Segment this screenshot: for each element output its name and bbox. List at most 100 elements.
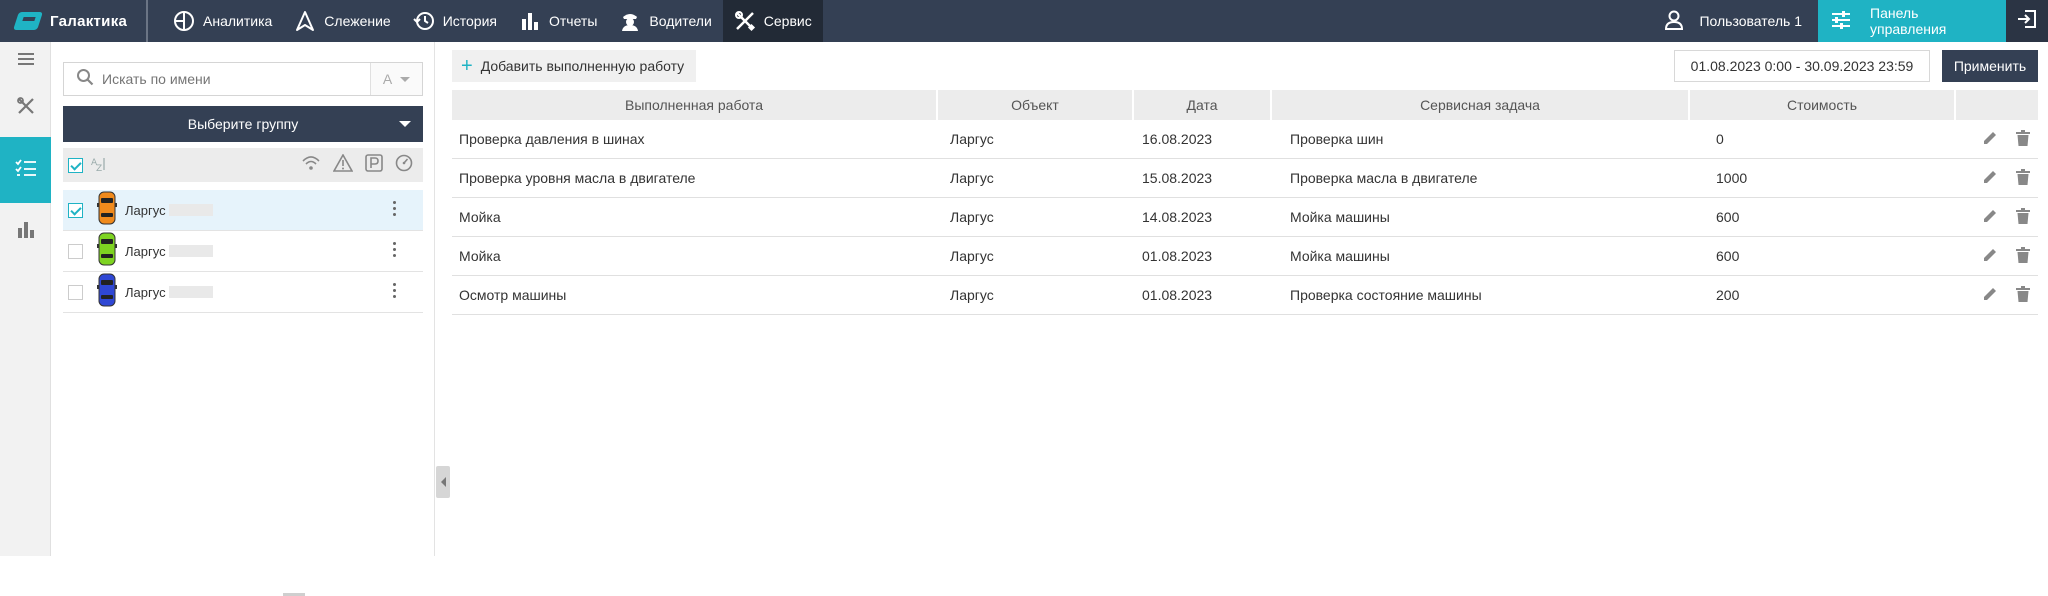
rail-menu-toggle[interactable] (0, 42, 51, 80)
object-filter-bar: AZ (63, 148, 423, 182)
cell-object: Ларгус (950, 170, 994, 186)
list-item[interactable]: Ларгус (63, 272, 423, 313)
table-row[interactable]: Осмотр машины Ларгус 01.08.2023 Проверка со… (452, 276, 2038, 315)
svg-text:Z: Z (96, 164, 102, 172)
apply-button[interactable]: Применить (1942, 50, 2038, 82)
row-actions (1956, 276, 2038, 314)
object-checkbox[interactable] (68, 284, 83, 300)
delete-icon[interactable] (2016, 168, 2030, 188)
date-range-input[interactable]: 01.08.2023 0:00 - 30.09.2023 23:59 (1674, 50, 1930, 82)
edit-icon[interactable] (1982, 247, 1998, 266)
main-content: + Добавить выполненную работу 01.08.2023… (436, 42, 2048, 556)
rail-item-statistics[interactable] (0, 203, 51, 260)
edit-icon[interactable] (1982, 286, 1998, 305)
objects-panel: А Выберите группу AZ (51, 42, 435, 596)
group-select[interactable]: Выберите группу (63, 106, 423, 142)
nav-item-tracking[interactable]: Слежение (283, 0, 401, 42)
table-row[interactable]: Проверка уровня масла в двигателе Ларгус 1… (452, 159, 2038, 198)
logout-button[interactable] (2006, 0, 2048, 42)
delete-icon[interactable] (2016, 207, 2030, 227)
delete-icon[interactable] (2016, 246, 2030, 266)
more-menu-icon[interactable] (393, 201, 397, 219)
speedometer-filter-icon[interactable] (395, 154, 413, 177)
cell-work: Мойка (459, 248, 501, 264)
object-search: А (63, 62, 423, 96)
edit-icon[interactable] (1982, 208, 1998, 227)
column-header-task[interactable]: Сервисная задача (1272, 90, 1690, 120)
nav-item-service[interactable]: Сервис (722, 0, 823, 42)
nav-label: История (442, 13, 497, 29)
table-row[interactable]: Мойка Ларгус 01.08.2023 Мойка машины 600 (452, 237, 2038, 276)
nav-label: Аналитика (203, 13, 273, 29)
edit-icon[interactable] (1982, 169, 1998, 188)
cell-task: Проверка шин (1290, 131, 1384, 147)
filter-icons (301, 152, 413, 177)
plus-icon: + (461, 55, 473, 77)
edit-icon[interactable] (1982, 130, 1998, 149)
top-navigation-bar: Галактика Аналитика Слежение История Отч… (0, 0, 2048, 42)
list-item[interactable]: Ларгус (63, 190, 423, 231)
cell-date: 14.08.2023 (1142, 209, 1213, 225)
row-actions (1956, 120, 2038, 158)
table-row[interactable]: Проверка давления в шинах Ларгус 16.08.202… (452, 120, 2038, 159)
logout-icon (2016, 8, 2038, 35)
sort-dropdown[interactable]: А (370, 63, 422, 95)
parking-filter-icon[interactable] (365, 153, 383, 177)
delete-icon[interactable] (2016, 129, 2030, 149)
table-row[interactable]: Мойка Ларгус 14.08.2023 Мойка машины 600 (452, 198, 2038, 237)
nav-item-history[interactable]: История (402, 0, 508, 42)
nav-item-drivers[interactable]: Водители (608, 0, 722, 42)
object-checkbox[interactable] (68, 202, 83, 218)
connection-filter-icon[interactable] (301, 154, 321, 177)
more-menu-icon[interactable] (393, 283, 397, 301)
list-item[interactable]: Ларгус (63, 231, 423, 272)
nav-item-reports[interactable]: Отчеты (508, 0, 608, 42)
date-range-value: 01.08.2023 0:00 - 30.09.2023 23:59 (1690, 58, 1914, 74)
left-icon-rail (0, 42, 51, 556)
service-tools-icon (734, 10, 756, 32)
collapse-panel-handle[interactable] (436, 466, 450, 498)
rail-item-completed-work[interactable] (0, 137, 51, 203)
cell-object: Ларгус (950, 248, 994, 264)
redacted-plate (168, 286, 213, 298)
reports-icon (519, 10, 541, 32)
column-header-work[interactable]: Выполненная работа (452, 90, 938, 120)
add-completed-work-button[interactable]: + Добавить выполненную работу (452, 50, 697, 82)
cell-work: Проверка уровня масла в двигателе (459, 170, 696, 186)
column-header-actions (1956, 90, 2038, 120)
object-name: Ларгус (125, 243, 166, 259)
delete-icon[interactable] (2016, 285, 2030, 305)
row-actions (1956, 159, 2038, 197)
search-input[interactable] (102, 71, 362, 87)
driver-icon (619, 10, 641, 32)
app-logo[interactable]: Галактика (0, 0, 148, 42)
add-button-label: Добавить выполненную работу (480, 58, 685, 74)
select-all-checkbox[interactable] (68, 157, 83, 173)
cell-date: 15.08.2023 (1142, 170, 1213, 186)
redacted-plate (168, 204, 213, 216)
more-menu-icon[interactable] (393, 242, 397, 260)
analytics-icon (173, 10, 195, 32)
rail-item-services[interactable] (0, 80, 51, 137)
column-header-cost[interactable]: Стоимость (1690, 90, 1956, 120)
car-icon (97, 191, 117, 230)
column-header-object[interactable]: Объект (938, 90, 1134, 120)
cell-task: Проверка состояние машины (1290, 287, 1482, 303)
nav-label: Отчеты (549, 13, 598, 29)
warning-filter-icon[interactable] (332, 152, 354, 177)
nav-item-analytics[interactable]: Аналитика (162, 0, 283, 42)
object-list: Ларгус Ларгус Ларгус (63, 190, 423, 313)
sort-az-icon[interactable]: AZ (91, 156, 107, 175)
table-body: Проверка давления в шинах Ларгус 16.08.202… (452, 120, 2038, 315)
chevron-down-icon (400, 76, 411, 82)
cell-work: Осмотр машины (459, 287, 567, 303)
cell-cost: 600 (1716, 248, 1740, 264)
caret-down-icon (399, 121, 411, 127)
cell-work: Проверка давления в шинах (459, 131, 645, 147)
control-panel-button[interactable]: Панель управления (1818, 0, 2006, 42)
nav-label: Слежение (324, 13, 391, 29)
column-header-date[interactable]: Дата (1134, 90, 1272, 120)
checklist-icon (14, 158, 37, 183)
user-menu[interactable]: Пользователь 1 (1647, 0, 1818, 42)
object-checkbox[interactable] (68, 243, 83, 259)
